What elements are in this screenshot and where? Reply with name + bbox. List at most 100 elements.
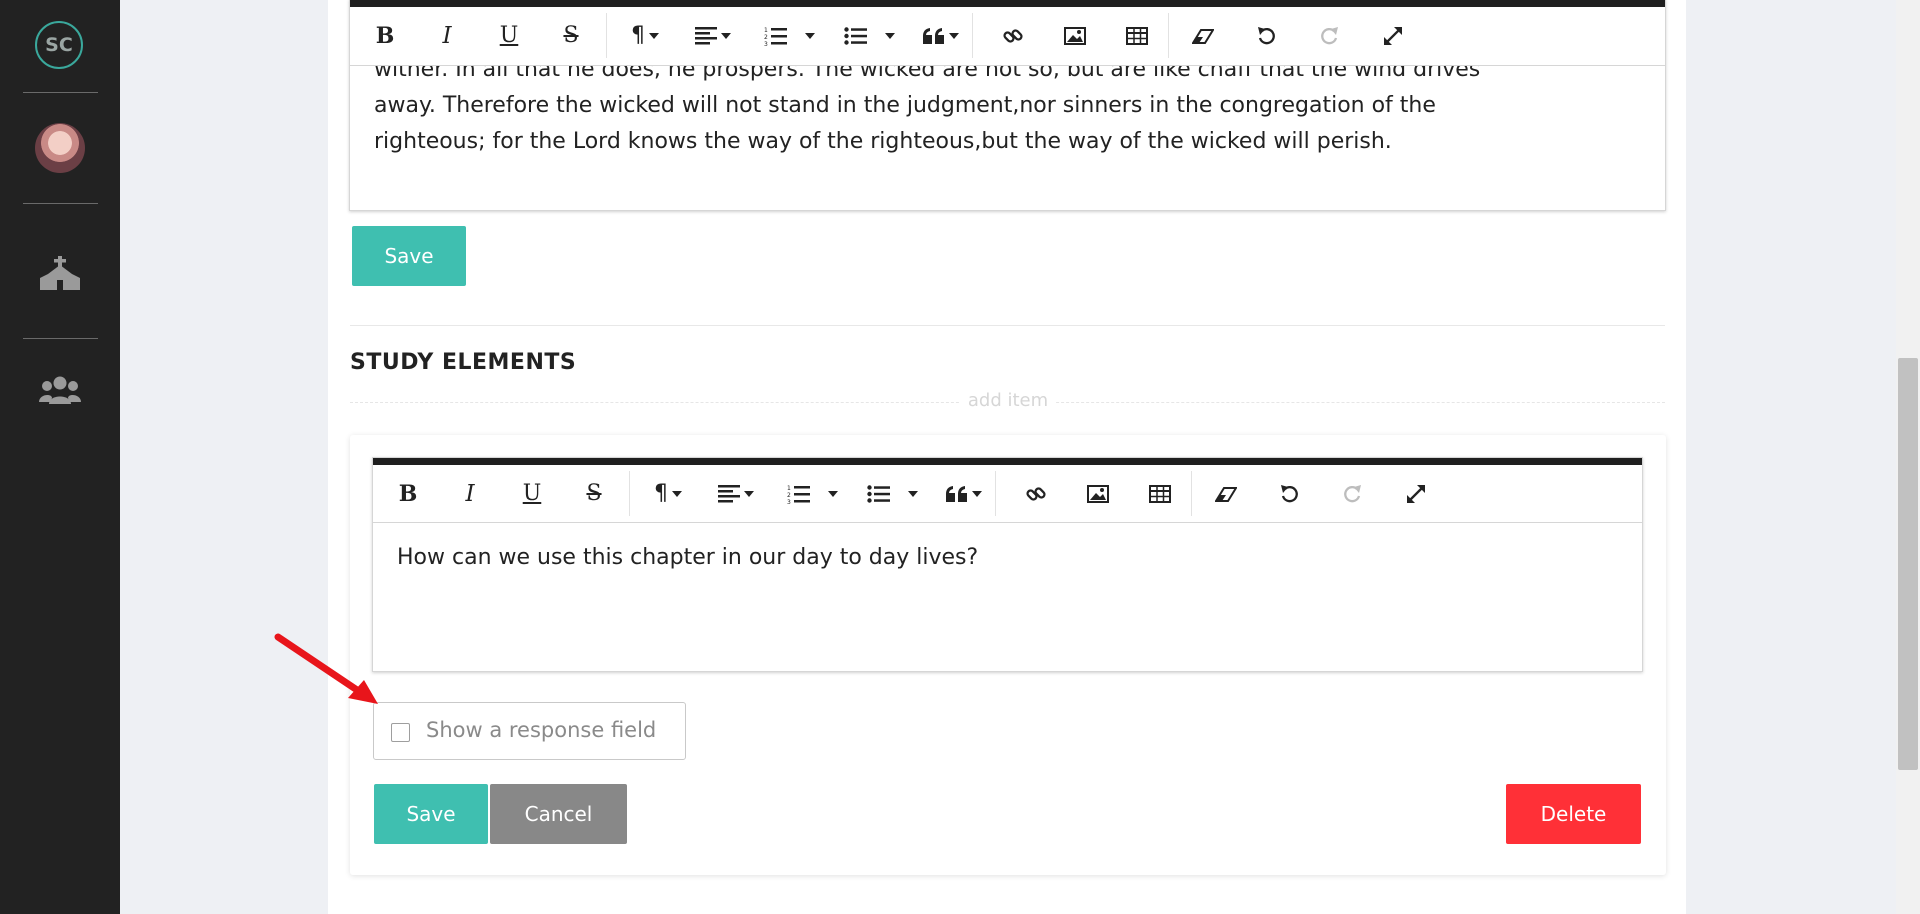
redo-icon — [1344, 484, 1361, 502]
svg-text:3: 3 — [764, 41, 768, 46]
link-button[interactable] — [990, 7, 1036, 64]
annotation-arrow-icon — [274, 633, 378, 704]
strikethrough-button[interactable]: S — [571, 465, 617, 522]
study-element-content[interactable]: How can we use this chapter in our day t… — [397, 540, 1612, 576]
underline-button[interactable]: U — [486, 7, 532, 64]
fullscreen-button[interactable] — [1393, 465, 1439, 522]
svg-text:1: 1 — [764, 27, 768, 34]
svg-text:3: 3 — [787, 499, 791, 504]
delete-button[interactable]: Delete — [1506, 784, 1641, 844]
undo-button[interactable] — [1244, 7, 1290, 64]
user-avatar[interactable] — [35, 123, 85, 173]
bullet-list-button[interactable] — [861, 465, 897, 522]
sidebar-divider — [23, 92, 98, 93]
toolbar-separator — [1168, 13, 1169, 58]
paragraph-dropdown[interactable]: ¶ — [620, 7, 670, 64]
table-button[interactable] — [1137, 465, 1183, 522]
undo-icon — [1281, 484, 1298, 502]
eraser-icon — [1215, 486, 1237, 502]
ordered-list-dropdown[interactable] — [821, 465, 841, 522]
table-icon — [1126, 26, 1148, 45]
image-icon — [1087, 484, 1109, 503]
chevron-down-icon — [649, 32, 659, 39]
align-dropdown[interactable] — [711, 465, 761, 522]
sidebar: SC — [0, 0, 120, 914]
toolbar-top-border — [350, 0, 1665, 7]
bullet-list-icon — [867, 484, 890, 503]
scrollbar-thumb[interactable] — [1898, 358, 1918, 770]
paragraph-icon: ¶ — [654, 481, 668, 506]
align-left-icon — [695, 26, 717, 44]
bullet-list-dropdown[interactable] — [878, 7, 898, 64]
save-passage-button[interactable]: Save — [352, 226, 466, 286]
toolbar-separator — [606, 13, 607, 58]
image-button[interactable] — [1052, 7, 1098, 64]
toolbar-separator — [629, 471, 630, 516]
section-heading: STUDY ELEMENTS — [350, 350, 577, 375]
chevron-down-icon — [949, 32, 959, 39]
toolbar-separator — [972, 13, 973, 58]
fullscreen-button[interactable] — [1370, 7, 1416, 64]
study-element-toolbar: B I U S ¶ 123 — [373, 465, 1642, 523]
chevron-down-icon — [828, 490, 838, 497]
editor-line: away. Therefore the wicked will not stan… — [374, 93, 1436, 118]
svg-text:2: 2 — [764, 34, 768, 41]
quote-icon — [946, 485, 967, 502]
underline-button[interactable]: U — [509, 465, 555, 522]
bold-button[interactable]: B — [362, 7, 408, 64]
editor-line: righteous; for the Lord knows the way of… — [374, 129, 1392, 154]
study-element-editor: B I U S ¶ 123 How can we use this chapte… — [372, 457, 1643, 672]
ordered-list-button[interactable]: 123 — [758, 7, 794, 64]
image-icon — [1064, 26, 1086, 45]
undo-icon — [1258, 26, 1275, 44]
blockquote-dropdown[interactable] — [939, 465, 989, 522]
bold-button[interactable]: B — [385, 465, 431, 522]
add-item-link[interactable]: add item — [960, 390, 1056, 411]
redo-button[interactable] — [1306, 7, 1352, 64]
chevron-down-icon — [908, 490, 918, 497]
passage-toolbar: B I U S ¶ 123 — [350, 7, 1665, 66]
passage-editor-content[interactable]: wither. In all that he does, he prospers… — [374, 52, 1635, 160]
blockquote-dropdown[interactable] — [916, 7, 966, 64]
chevron-down-icon — [972, 490, 982, 497]
paragraph-dropdown[interactable]: ¶ — [643, 465, 693, 522]
ordered-list-icon: 123 — [787, 485, 810, 504]
sidebar-divider — [23, 338, 98, 339]
link-icon — [1026, 486, 1046, 501]
italic-button[interactable]: I — [447, 465, 493, 522]
clear-format-button[interactable] — [1203, 465, 1249, 522]
section-divider — [350, 325, 1665, 326]
redo-button[interactable] — [1329, 465, 1375, 522]
link-button[interactable] — [1013, 465, 1059, 522]
response-field-toggle[interactable]: Show a response field — [373, 702, 686, 760]
app-logo[interactable]: SC — [35, 21, 83, 69]
strikethrough-button[interactable]: S — [548, 7, 594, 64]
align-left-icon — [718, 484, 740, 502]
image-button[interactable] — [1075, 465, 1121, 522]
cancel-button[interactable]: Cancel — [490, 784, 627, 844]
users-icon[interactable] — [38, 374, 82, 408]
chevron-down-icon — [672, 490, 682, 497]
clear-format-button[interactable] — [1180, 7, 1226, 64]
table-button[interactable] — [1114, 7, 1160, 64]
church-icon[interactable] — [38, 256, 82, 290]
bullet-list-button[interactable] — [838, 7, 874, 64]
sidebar-divider — [23, 203, 98, 204]
undo-button[interactable] — [1267, 465, 1313, 522]
ordered-list-dropdown[interactable] — [798, 7, 818, 64]
table-icon — [1149, 484, 1171, 503]
ordered-list-button[interactable]: 123 — [781, 465, 817, 522]
response-field-checkbox[interactable] — [391, 723, 410, 742]
link-icon — [1003, 28, 1023, 43]
chevron-down-icon — [885, 32, 895, 39]
align-dropdown[interactable] — [688, 7, 738, 64]
save-button[interactable]: Save — [374, 784, 488, 844]
passage-editor: wither. In all that he does, he prospers… — [349, 0, 1666, 211]
expand-icon — [1384, 26, 1402, 45]
paragraph-icon: ¶ — [631, 23, 645, 48]
italic-button[interactable]: I — [424, 7, 470, 64]
eraser-icon — [1192, 28, 1214, 44]
svg-text:1: 1 — [787, 485, 791, 492]
bullet-list-dropdown[interactable] — [901, 465, 921, 522]
bullet-list-icon — [844, 26, 867, 45]
